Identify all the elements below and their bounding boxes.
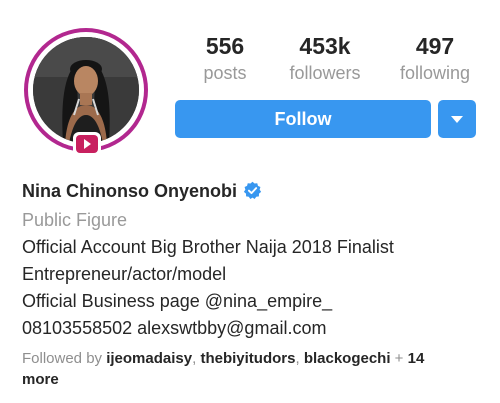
bio-line: Entrepreneur/actor/model [22,264,227,284]
profile-name-row: Nina Chinonso Onyenobi [22,178,492,207]
more-word[interactable]: more [22,371,59,388]
bio-line: 08103558502 alexswtbby@gmail.com [22,318,327,338]
followers-label[interactable]: followers [280,62,370,84]
profile-category: Public Figure [22,210,128,230]
mutual-account[interactable]: thebiyitudors [200,350,295,367]
stat-following[interactable]: 497 following [390,34,480,84]
profile-photo-illustration [33,37,139,143]
posts-count: 556 [205,33,245,59]
profile-bio: Nina Chinonso Onyenobi Public Figure Off… [22,178,492,342]
profile-avatar[interactable] [24,28,148,156]
following-label[interactable]: following [390,62,480,84]
stat-posts: 556 posts [180,34,270,84]
posts-label: posts [203,63,247,83]
bio-line[interactable]: Official Business page @nina_empire_ [22,288,492,315]
profile-name: Nina Chinonso Onyenobi [22,181,237,201]
followers-count[interactable]: 453k [280,34,370,58]
igtv-badge[interactable] [73,132,101,156]
plus-sign: + [390,350,408,367]
suggested-accounts-button[interactable] [438,100,476,138]
caret-down-icon [451,116,463,123]
profile-header: 556 posts 453k followers 497 following F… [0,0,500,403]
mutual-account[interactable]: ijeomadaisy [106,350,192,367]
verified-badge-icon [243,181,262,207]
stat-followers[interactable]: 453k followers [280,34,370,84]
avatar-photo [33,37,139,143]
more-count[interactable]: 14 [408,350,425,367]
following-count[interactable]: 497 [390,34,480,58]
mutual-account[interactable]: blackogechi [304,350,391,367]
follow-button[interactable]: Follow [175,100,431,138]
igtv-play-icon [84,139,91,149]
bio-line: Official Account Big Brother Naija 2018 … [22,237,394,257]
followed-by[interactable]: Followed by ijeomadaisy, thebiyitudors, … [22,348,462,390]
followed-by-prefix: Followed by [22,350,103,367]
